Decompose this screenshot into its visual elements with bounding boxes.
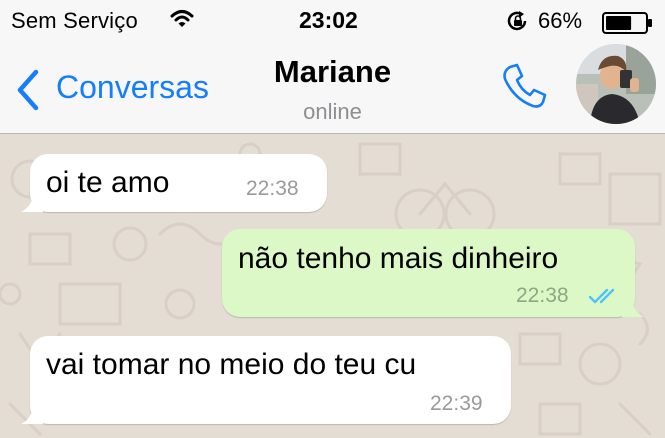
bubble-tail — [622, 297, 644, 317]
status-bar: Sem Serviço 23:02 66% — [0, 0, 665, 40]
back-button[interactable]: Conversas — [56, 69, 209, 106]
message-bubble-outgoing[interactable]: não tenho mais dinheiro 22:38 — [222, 229, 644, 317]
message-time: 22:38 — [246, 177, 299, 200]
avatar[interactable] — [576, 44, 656, 124]
rotation-lock-icon — [506, 10, 530, 37]
message-text: vai tomar no meio do teu cu — [46, 348, 417, 381]
wifi-icon — [170, 9, 194, 34]
contact-status: online — [303, 99, 362, 124]
message-time: 22:39 — [430, 392, 483, 415]
battery-fill — [606, 16, 632, 30]
message-time: 22:38 — [516, 284, 569, 307]
bubble-tail — [21, 192, 43, 212]
contact-name[interactable]: Mariane — [200, 54, 465, 90]
chevron-left-icon[interactable] — [14, 68, 42, 117]
message-text: não tenho mais dinheiro — [238, 242, 559, 275]
message-bubble-incoming[interactable]: oi te amo 22:38 — [21, 154, 327, 212]
message-list[interactable]: oi te amo 22:38 não tenho mais dinheiro … — [0, 134, 665, 438]
battery-icon — [602, 12, 654, 39]
double-check-icon — [588, 287, 622, 310]
message-bubble-incoming[interactable]: vai tomar no meio do teu cu 22:39 — [21, 336, 511, 424]
battery-percentage: 66% — [538, 8, 583, 33]
carrier-label: Sem Serviço — [11, 8, 138, 33]
chat-header: Conversas Mariane online — [0, 40, 665, 134]
bubble-tail — [21, 404, 43, 424]
message-text: oi te amo — [46, 166, 170, 199]
phone-icon[interactable] — [500, 61, 550, 116]
clock: 23:02 — [299, 7, 358, 33]
